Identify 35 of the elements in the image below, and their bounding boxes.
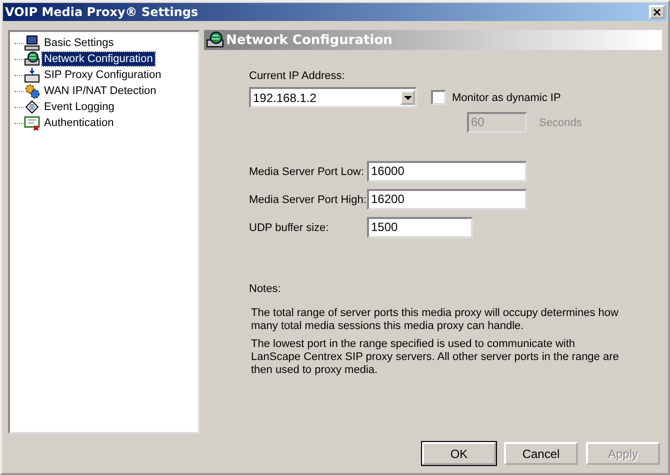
tree-item[interactable]: Authentication — [42, 116, 116, 130]
computer-icon — [24, 35, 40, 51]
ip-dropdown[interactable]: 192.168.1.2 — [249, 87, 417, 108]
unit-label: Seconds — [539, 116, 582, 128]
globe-computer-icon — [206, 31, 224, 49]
globe-computer-icon — [24, 51, 40, 67]
tree-connector — [14, 106, 24, 108]
note-text: The lowest port in the range specified is used to communicate with LanScape Centrex SIP proxy servers. All other server ports in the range are then used to proxy media. — [251, 338, 620, 377]
certificate-icon — [24, 115, 40, 131]
field-label: UDP buffer size: — [249, 222, 330, 234]
input-field[interactable]: 16000 — [367, 161, 527, 182]
panel-title: Network Configuration — [226, 32, 392, 48]
note-text: The total range of server ports this media proxy will occupy determines how many total media sessions this media proxy can handle. — [251, 307, 620, 333]
tree-connector — [14, 90, 24, 92]
tree-item[interactable]: SIP Proxy Configuration — [42, 68, 164, 82]
field-label: Media Server Port High: — [249, 194, 367, 206]
gears-icon — [24, 83, 40, 99]
window-title: VOIP Media Proxy® Settings — [5, 5, 198, 19]
checkbox[interactable] — [431, 90, 446, 105]
field-label: Current IP Address: — [249, 70, 346, 82]
field-label: Media Server Port Low: — [249, 166, 365, 178]
tree-item[interactable]: WAN IP/NAT Detection — [42, 84, 158, 98]
dialog-button[interactable]: Cancel — [504, 442, 578, 465]
close-button[interactable]: × — [649, 5, 665, 19]
dialog-button[interactable]: OK — [422, 442, 496, 465]
tree-item[interactable]: Network Configuration — [42, 52, 155, 66]
checkbox-label: Monitor as dynamic IP — [452, 92, 561, 104]
tree-item[interactable]: Event Logging — [42, 100, 116, 114]
input-field[interactable]: 16200 — [367, 189, 527, 210]
tree-item[interactable]: Basic Settings — [42, 36, 116, 50]
input-field[interactable]: 1500 — [367, 217, 473, 238]
log-page-icon — [24, 99, 40, 115]
notes-label: Notes: — [249, 283, 282, 295]
tree-connector — [14, 42, 24, 44]
phone-arrow-icon — [24, 67, 40, 83]
